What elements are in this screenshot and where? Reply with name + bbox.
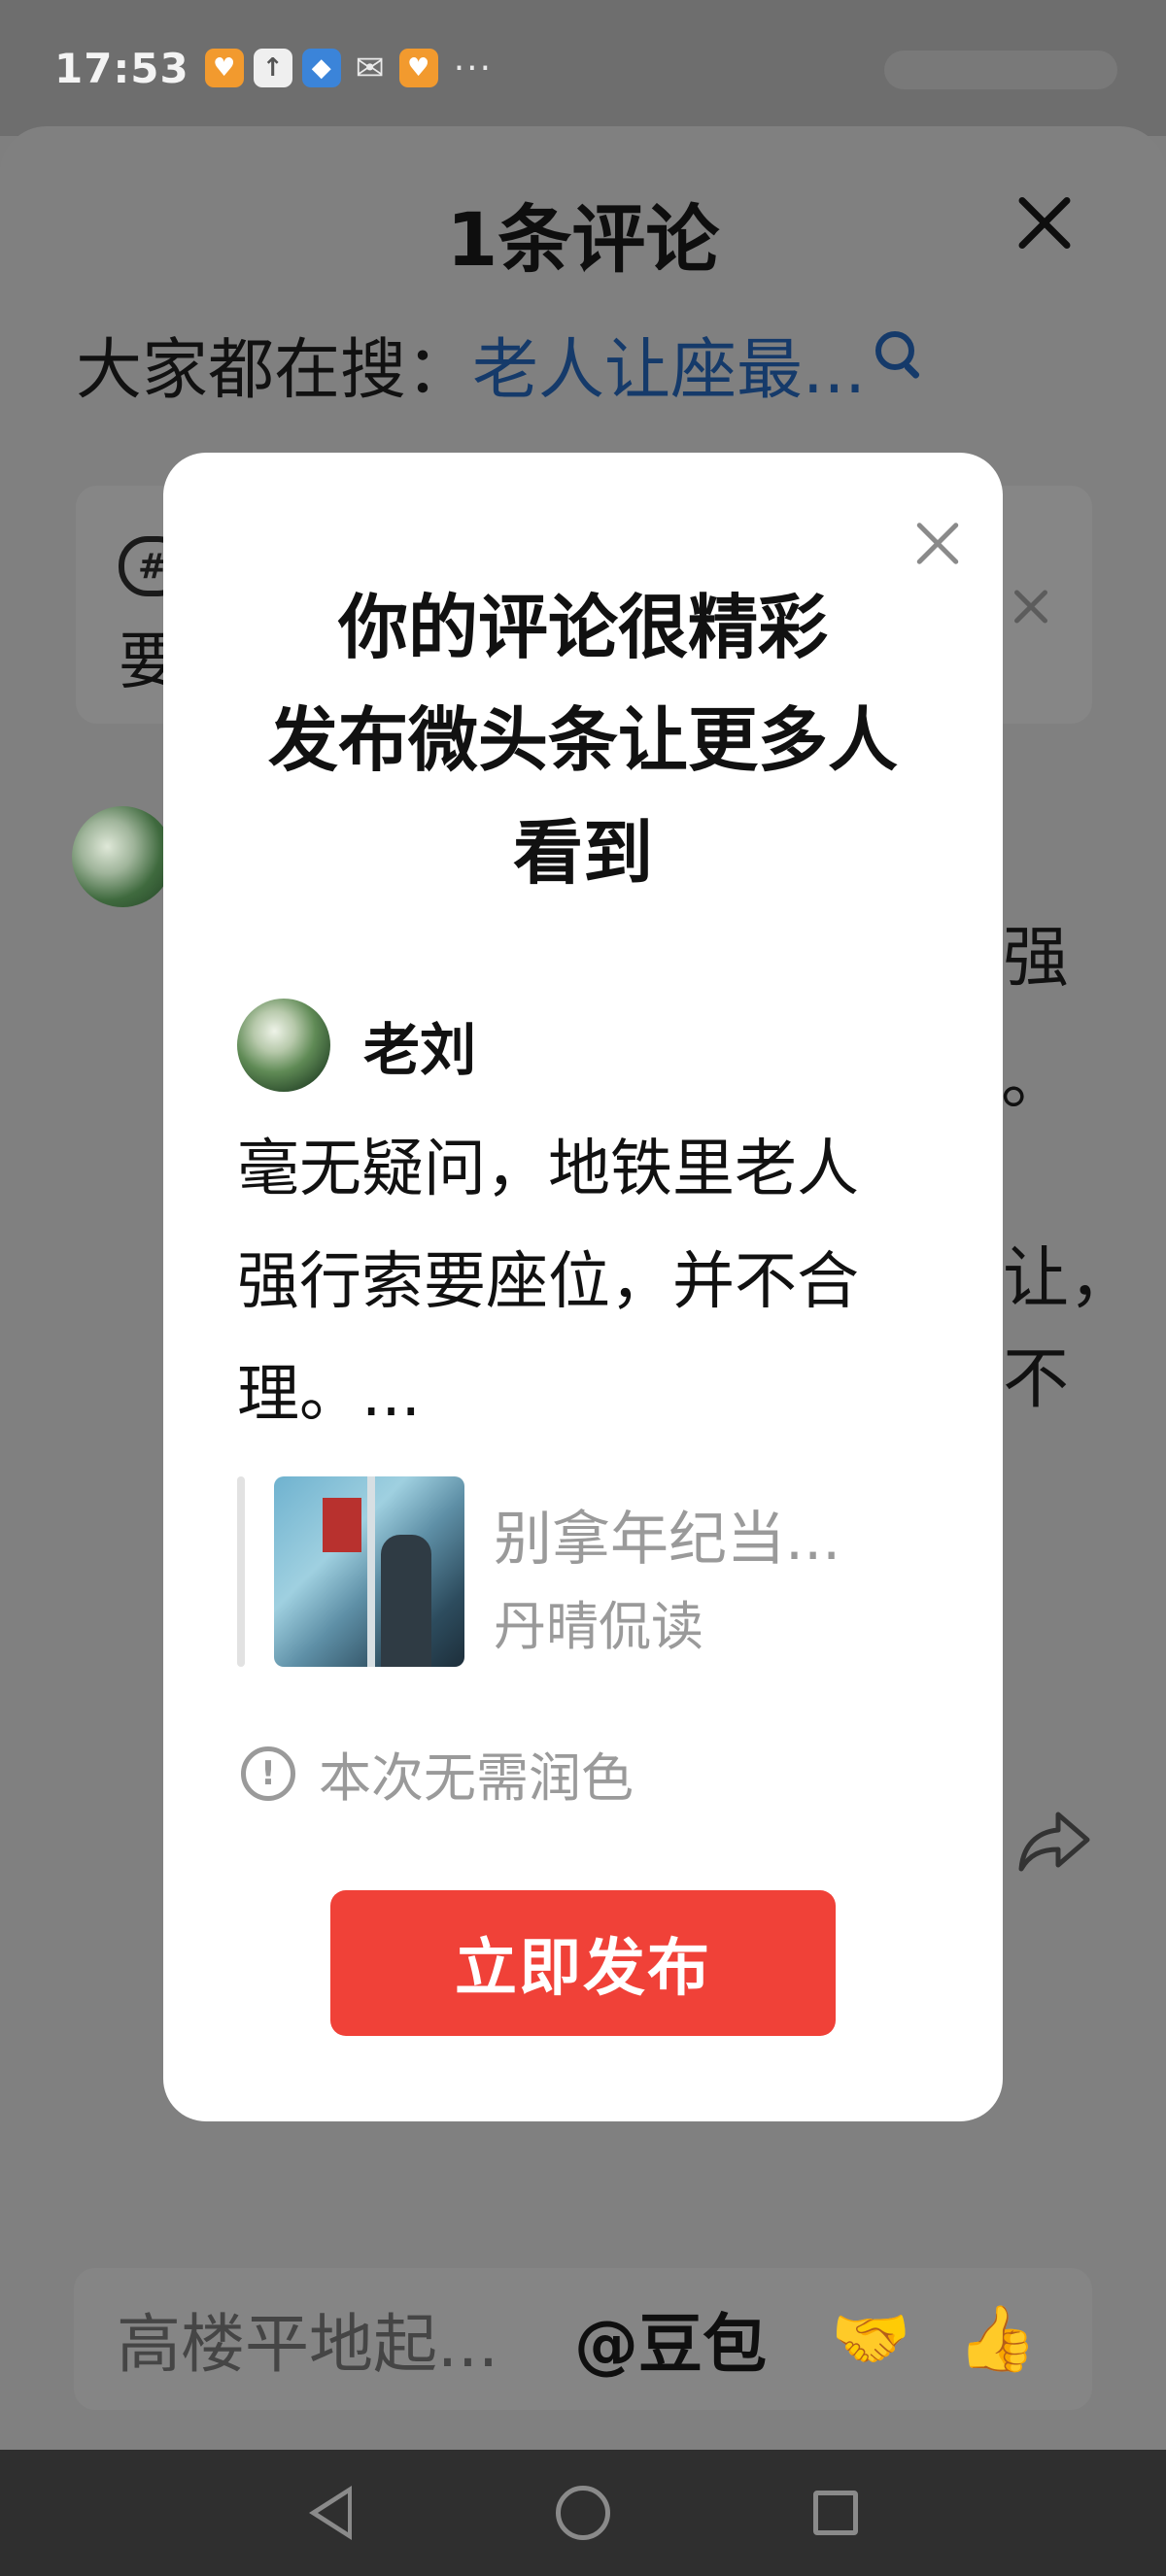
trending-search[interactable]: 大家都在搜： 老人让座最... <box>76 316 914 412</box>
status-icons: ♥ ↑ ◆ ✉ ♥ ··· <box>204 48 494 88</box>
comment-line: 理。... <box>237 1359 422 1431</box>
thumbnail-detail <box>381 1535 431 1667</box>
quote-divider <box>237 1476 245 1667</box>
notice-text: 本次无需润色 <box>319 1747 634 1809</box>
nav-back-button[interactable] <box>301 2484 360 2542</box>
screen: 17:53 ♥ ↑ ◆ ✉ ♥ ··· 1条评论 大家都在搜： 老人让座最...… <box>0 0 1166 2576</box>
dialog-title: 你的评论很精彩 发布微头条让更多人 看到 <box>202 571 964 909</box>
info-icon: ! <box>241 1746 295 1801</box>
author-name: 老刘 <box>363 1017 477 1083</box>
handshake-emoji-button[interactable]: 🤝 <box>831 2301 910 2377</box>
dialog-title-line: 看到 <box>512 812 653 894</box>
dialog-title-line: 发布微头条让更多人 <box>267 699 898 781</box>
comment-preview: 毫无疑问，地铁里老人 强行索要座位，并不合 理。... <box>237 1113 937 1451</box>
comment-text-fragment: 。 <box>1001 1042 1068 1119</box>
quoted-article[interactable]: 别拿年纪当... 丹晴侃读 <box>237 1476 937 1667</box>
upload-icon: ↑ <box>253 49 292 87</box>
browser-icon: ◆ <box>301 49 341 87</box>
app-orange-icon: ♥ <box>398 49 438 87</box>
home-icon <box>556 2486 610 2540</box>
comment-line: 毫无疑问，地铁里老人 <box>237 1134 859 1205</box>
status-bar: 17:53 ♥ ↑ ◆ ✉ ♥ ··· <box>0 0 1166 136</box>
article-author: 丹晴侃读 <box>494 1596 703 1657</box>
thumbnail-detail <box>367 1476 375 1667</box>
nav-home-button[interactable] <box>554 2484 612 2542</box>
sheet-close-icon[interactable] <box>1006 185 1083 262</box>
thumbs-up-emoji-button[interactable]: 👍 <box>957 2301 1037 2377</box>
wechat-icon: ✉ <box>355 48 385 88</box>
comment-input-placeholder[interactable]: 高楼平地起... <box>117 2292 498 2386</box>
polish-notice: ! 本次无需润色 <box>241 1735 634 1812</box>
sheet-title: 1条评论 <box>446 196 720 283</box>
recents-icon <box>813 2491 858 2535</box>
status-right-icons <box>884 51 1117 89</box>
share-icon[interactable] <box>1015 1807 1093 1875</box>
comment-line: 强行索要座位，并不合 <box>237 1246 859 1318</box>
trending-search-prefix: 大家都在搜： <box>76 332 473 409</box>
trending-search-term[interactable]: 老人让座最... <box>472 316 866 412</box>
article-title: 别拿年纪当... <box>494 1506 841 1574</box>
status-time: 17:53 <box>54 44 189 92</box>
dialog-title-line: 你的评论很精彩 <box>337 587 828 668</box>
mention-doubao-button[interactable]: @豆包 <box>574 2292 767 2386</box>
nav-recents-button[interactable] <box>806 2484 865 2542</box>
dialog-close-icon[interactable] <box>908 515 966 573</box>
search-icon[interactable] <box>874 330 914 370</box>
article-thumbnail <box>274 1476 464 1667</box>
system-nav-bar <box>0 2450 1166 2576</box>
app-orange-icon: ♥ <box>204 49 244 87</box>
comment-text-fragment: 让， <box>1003 1240 1136 1317</box>
comment-avatar[interactable] <box>72 806 173 907</box>
status-more-icon: ··· <box>453 48 494 88</box>
comment-text-fragment: 不 <box>1003 1341 1070 1418</box>
comment-text-fragment: 强 <box>1003 920 1070 997</box>
thumbnail-detail <box>323 1498 361 1552</box>
author-row: 老刘 <box>237 999 476 1092</box>
publish-now-button[interactable]: 立即发布 <box>330 1890 836 2036</box>
back-icon <box>309 2486 352 2540</box>
avatar <box>237 999 330 1092</box>
comment-input-bar[interactable]: 高楼平地起... @豆包 🤝 👍 <box>74 2268 1092 2410</box>
hint-close-icon[interactable] <box>1007 583 1055 631</box>
publish-dialog: 你的评论很精彩 发布微头条让更多人 看到 老刘 毫无疑问，地铁里老人 强行索要座… <box>163 453 1003 2121</box>
